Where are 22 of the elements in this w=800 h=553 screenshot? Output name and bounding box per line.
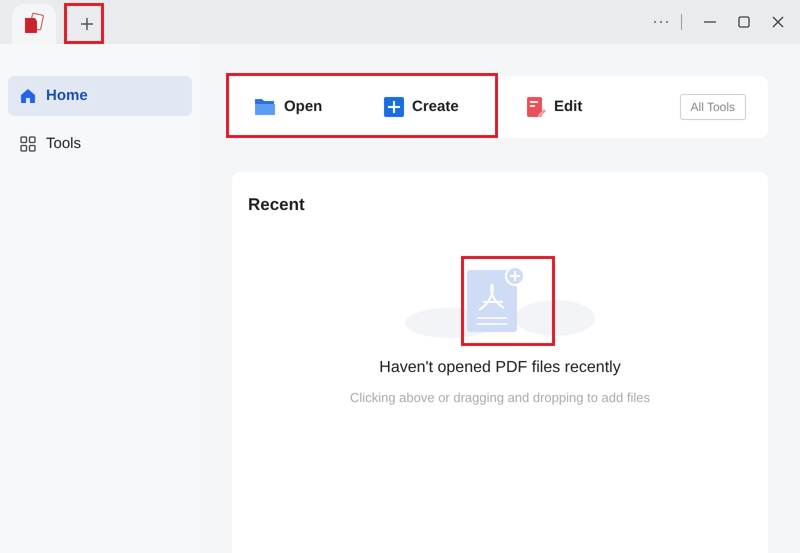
pdf-app-icon bbox=[22, 12, 46, 36]
empty-state-title: Haven't opened PDF files recently bbox=[379, 358, 621, 378]
edit-document-icon bbox=[526, 96, 546, 118]
sidebar-item[interactable]: Tools bbox=[8, 124, 192, 164]
maximize-icon[interactable] bbox=[738, 16, 750, 28]
plus-icon bbox=[80, 17, 94, 31]
highlight-frame bbox=[64, 3, 104, 44]
folder-icon bbox=[254, 97, 276, 117]
grid-icon bbox=[20, 136, 36, 152]
sidebar-item[interactable]: Home bbox=[8, 76, 192, 116]
toolbar-button[interactable]: Create bbox=[384, 96, 526, 118]
toolbar-button[interactable]: Edit bbox=[526, 96, 666, 118]
all-tools-button[interactable]: All Tools bbox=[680, 94, 746, 120]
section-title: Recent bbox=[248, 194, 305, 216]
document-tab[interactable] bbox=[12, 4, 56, 44]
home-icon bbox=[20, 88, 36, 104]
more-icon[interactable] bbox=[653, 20, 669, 24]
toolbar-button[interactable]: Open bbox=[254, 96, 384, 118]
empty-state-hint: Clicking above or dragging and dropping to add files bbox=[350, 388, 650, 407]
close-icon[interactable] bbox=[772, 16, 784, 28]
plus-square-icon bbox=[384, 97, 404, 117]
minimize-icon[interactable] bbox=[704, 21, 716, 23]
